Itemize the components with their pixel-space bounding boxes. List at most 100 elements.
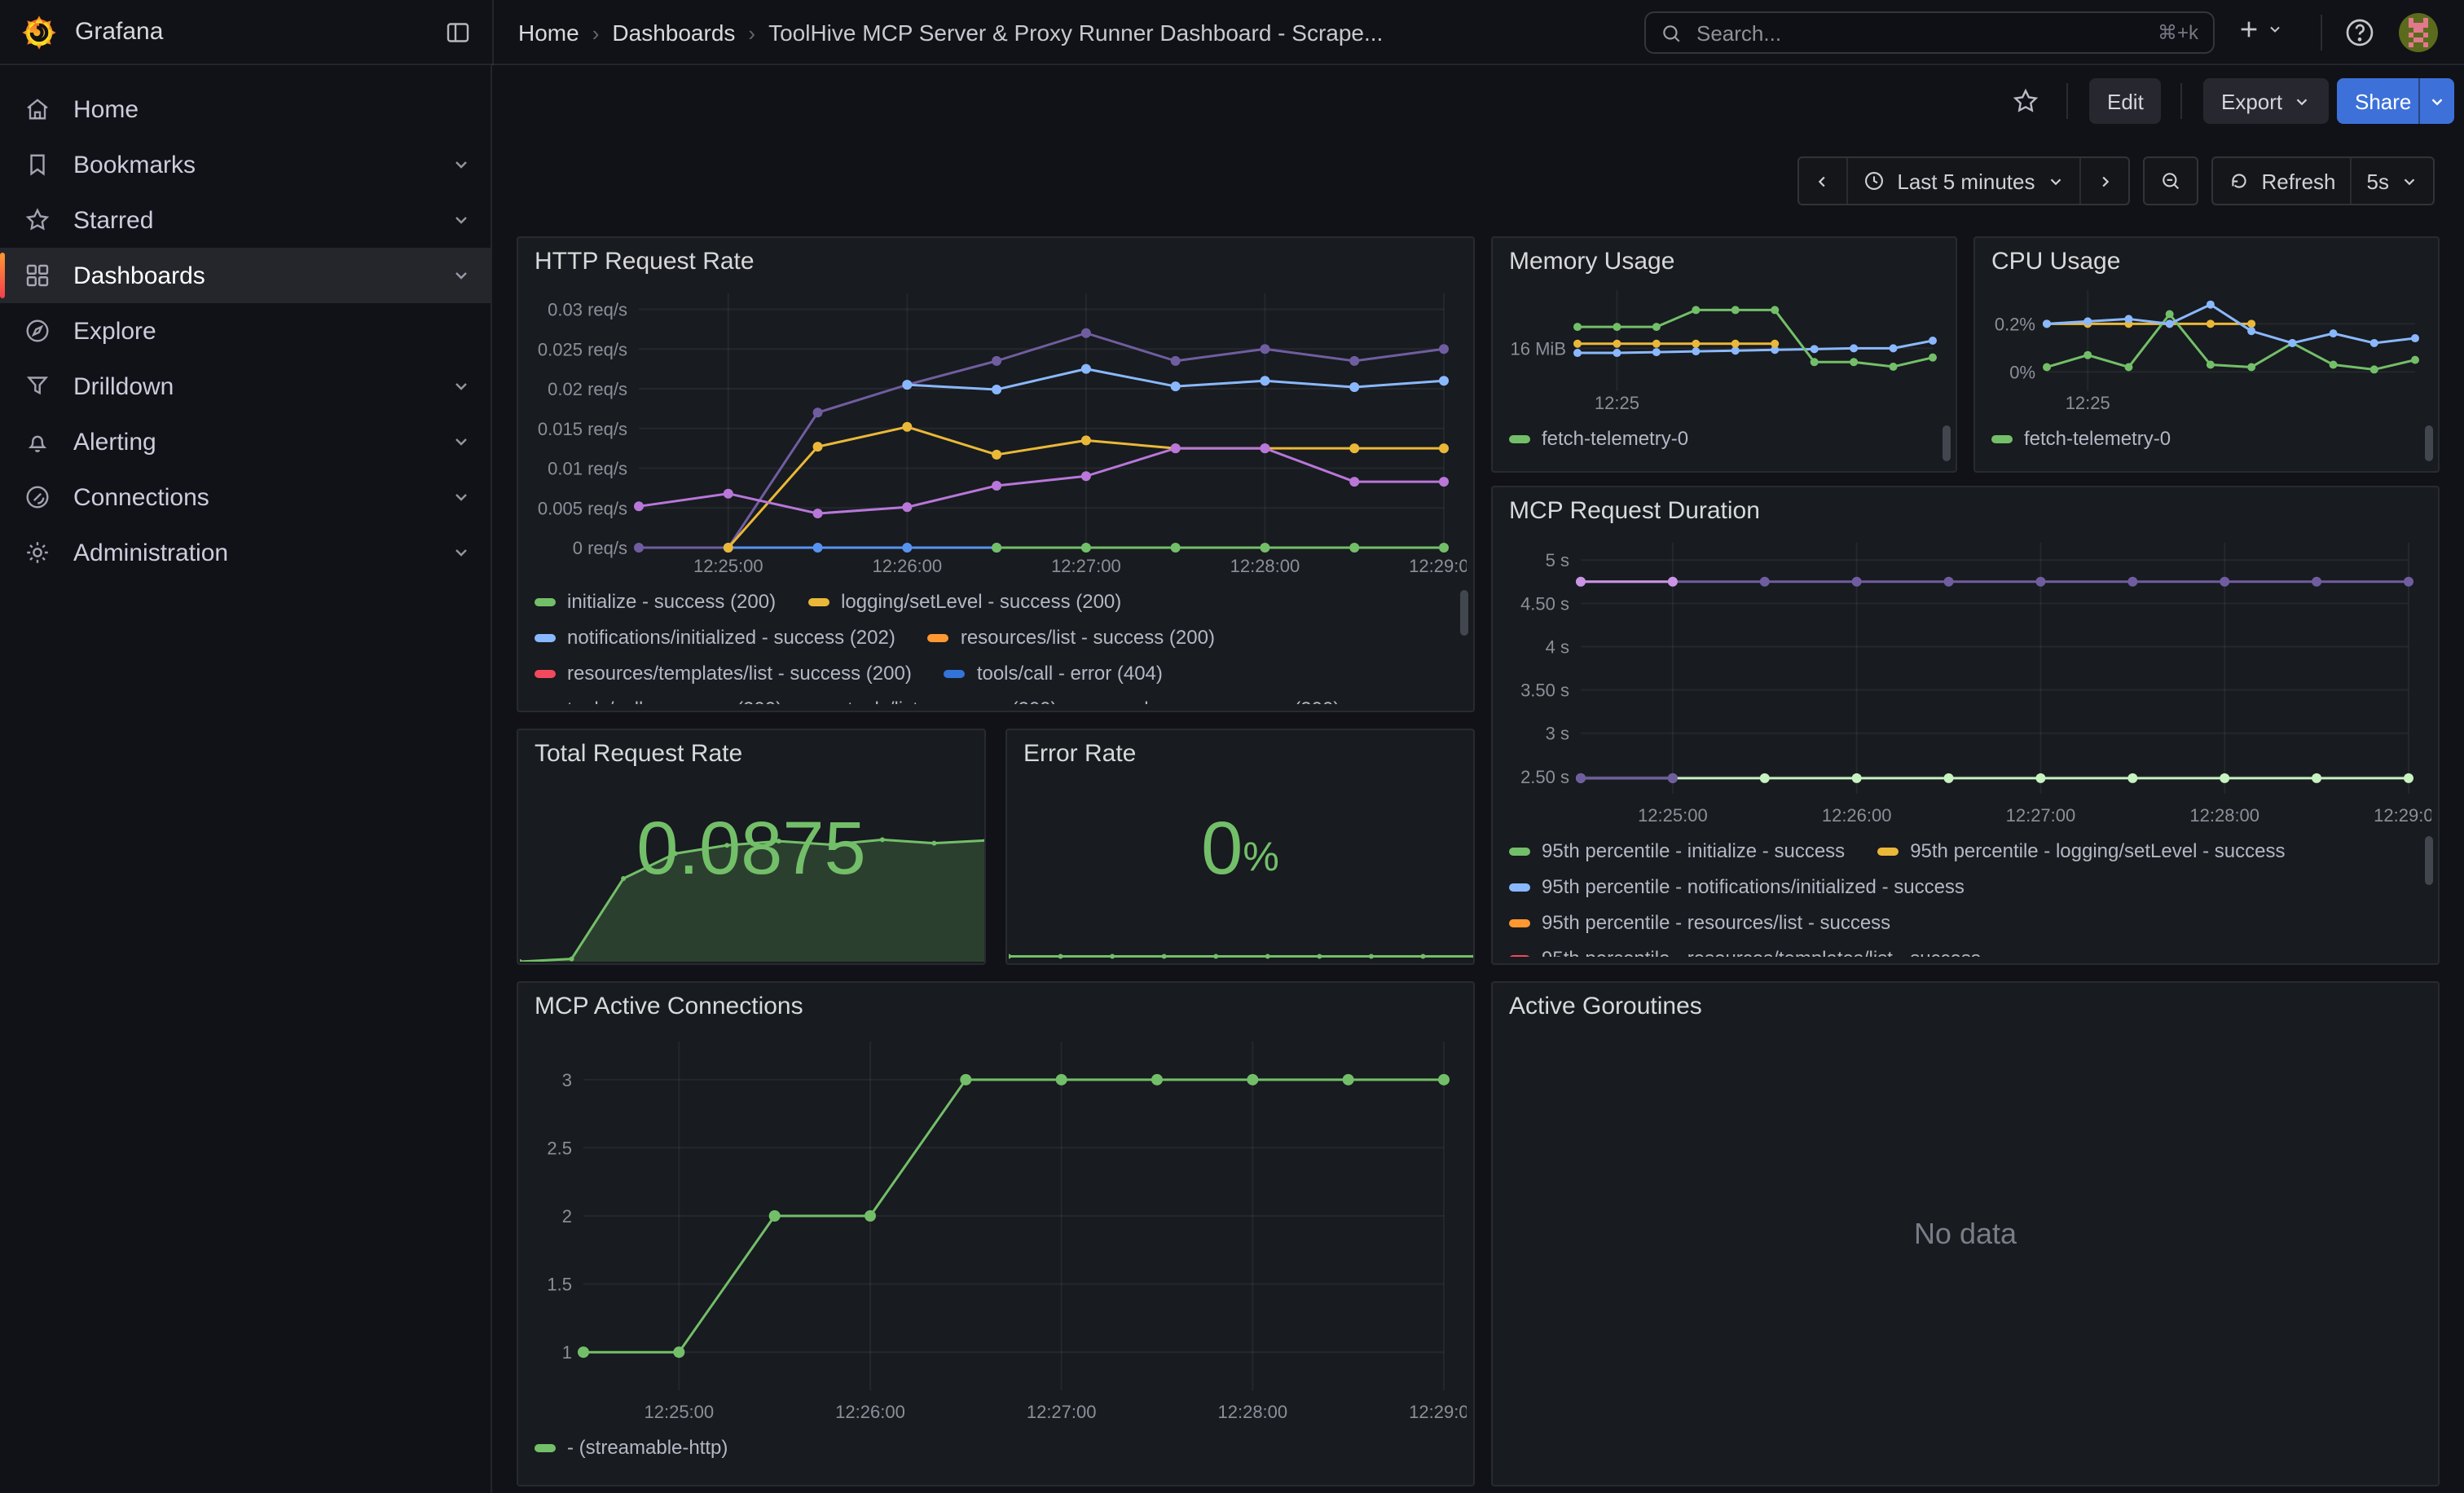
legend-item[interactable]: resources/templates/list - success (200) bbox=[535, 662, 912, 685]
sidebar-item-drilldown[interactable]: Drilldown bbox=[0, 359, 491, 414]
legend-series-color bbox=[1509, 434, 1530, 443]
chevron-down-icon bbox=[451, 543, 471, 562]
legend-series-color bbox=[1509, 883, 1530, 891]
magnifier-minus-icon bbox=[2158, 170, 2181, 192]
sidebar-item-label: Alerting bbox=[73, 428, 156, 456]
scrollbar-thumb[interactable] bbox=[1943, 425, 1951, 461]
legend-series-label: resources/list - success (200) bbox=[961, 626, 1215, 649]
legend: - (streamable-http) bbox=[518, 1426, 1473, 1472]
chevron-down-icon bbox=[451, 377, 471, 396]
legend-series-color bbox=[928, 633, 949, 641]
panel-active-goroutines: Active Goroutines No data bbox=[1491, 981, 2440, 1486]
sidebar-item-starred[interactable]: Starred bbox=[0, 192, 491, 248]
share-menu-button[interactable] bbox=[2418, 78, 2454, 124]
refresh-button[interactable]: Refresh bbox=[2212, 158, 2350, 204]
export-button[interactable]: Export bbox=[2203, 78, 2328, 124]
svg-text:12:29:00: 12:29:00 bbox=[1409, 556, 1467, 576]
legend-series-color bbox=[535, 597, 556, 606]
legend-series-label: notifications/initialized - success (202… bbox=[567, 626, 895, 649]
breadcrumb-dashboards[interactable]: Dashboards bbox=[612, 20, 735, 46]
sidebar-toggle-icon[interactable] bbox=[443, 18, 473, 47]
svg-text:3 s: 3 s bbox=[1546, 724, 1569, 744]
favorite-star-button[interactable] bbox=[2011, 86, 2040, 116]
chevron-down-icon bbox=[2292, 92, 2310, 110]
time-range-label: Last 5 minutes bbox=[1897, 169, 2035, 193]
legend-item[interactable]: tools/call - error (404) bbox=[944, 662, 1163, 685]
panel-title[interactable]: Memory Usage bbox=[1493, 238, 1956, 280]
sidebar-item-bookmarks[interactable]: Bookmarks bbox=[0, 137, 491, 192]
panel-title[interactable]: CPU Usage bbox=[1975, 238, 2438, 280]
edit-button[interactable]: Edit bbox=[2089, 78, 2162, 124]
svg-text:0.02 req/s: 0.02 req/s bbox=[548, 379, 627, 399]
no-data-message: No data bbox=[1493, 983, 2438, 1485]
time-forward-button[interactable] bbox=[2079, 158, 2127, 204]
sidebar-item-alerting[interactable]: Alerting bbox=[0, 414, 491, 469]
legend-series-color bbox=[1509, 847, 1530, 855]
refresh-label: Refresh bbox=[2261, 169, 2335, 193]
search-input[interactable] bbox=[1693, 19, 2146, 46]
panel-mcp-active-connections: MCP Active Connections 11.522.5312:25:00… bbox=[517, 981, 1475, 1486]
sidebar-item-connections[interactable]: Connections bbox=[0, 469, 491, 525]
legend-item[interactable]: 95th percentile - initialize - success bbox=[1509, 839, 1845, 862]
scrollbar-thumb[interactable] bbox=[2425, 836, 2433, 885]
header-divider bbox=[2321, 15, 2322, 51]
bell-icon bbox=[23, 427, 52, 456]
new-button[interactable] bbox=[2236, 16, 2283, 42]
time-range-picker[interactable]: Last 5 minutes bbox=[1846, 158, 2079, 204]
grafana-logo[interactable] bbox=[20, 13, 59, 52]
time-back-button[interactable] bbox=[1799, 158, 1846, 204]
scrollbar-thumb[interactable] bbox=[2425, 425, 2433, 461]
plus-icon bbox=[2236, 16, 2262, 42]
svg-text:0 req/s: 0 req/s bbox=[573, 538, 627, 558]
refresh-group: Refresh 5s bbox=[2211, 156, 2435, 205]
share-button[interactable]: Share bbox=[2337, 78, 2429, 124]
legend-item[interactable]: fetch-telemetry-0 bbox=[1509, 427, 1688, 450]
panel-title[interactable]: MCP Request Duration bbox=[1493, 487, 2438, 530]
zoom-out-button[interactable] bbox=[2144, 158, 2196, 204]
svg-text:1: 1 bbox=[562, 1342, 572, 1363]
legend-item[interactable]: 95th percentile - resources/list - succe… bbox=[1509, 911, 1890, 934]
legend-item[interactable]: logging/setLevel - success (200) bbox=[808, 590, 1121, 613]
sidebar-item-label: Bookmarks bbox=[73, 151, 196, 178]
legend-item[interactable]: notifications/initialized - success (202… bbox=[535, 626, 895, 649]
breadcrumb-home[interactable]: Home bbox=[518, 20, 579, 46]
legend-item[interactable]: initialize - success (200) bbox=[535, 590, 776, 613]
legend-item[interactable]: 95th percentile - resources/templates/li… bbox=[1509, 947, 1981, 957]
legend-item[interactable]: fetch-telemetry-0 bbox=[1991, 427, 2171, 450]
svg-text:12:27:00: 12:27:00 bbox=[1051, 556, 1121, 576]
brand-title: Grafana bbox=[75, 18, 163, 46]
legend-item[interactable]: resources/list - success (200) bbox=[928, 626, 1215, 649]
sidebar-item-home[interactable]: Home bbox=[0, 81, 491, 137]
svg-text:0.01 req/s: 0.01 req/s bbox=[548, 459, 627, 479]
search-box[interactable]: ⌘+k bbox=[1644, 11, 2215, 54]
sidebar-item-label: Administration bbox=[73, 539, 228, 566]
legend-item[interactable]: - (streamable-http) bbox=[535, 1436, 728, 1459]
panel-title[interactable]: HTTP Request Rate bbox=[518, 238, 1473, 280]
legend-item[interactable]: tools/list - success (200) bbox=[815, 698, 1057, 704]
scrollbar-thumb[interactable] bbox=[1460, 590, 1468, 636]
refresh-interval-picker[interactable]: 5s bbox=[2351, 158, 2433, 204]
legend-series-color bbox=[808, 597, 829, 606]
svg-text:4 s: 4 s bbox=[1546, 636, 1569, 657]
svg-text:12:26:00: 12:26:00 bbox=[835, 1402, 905, 1422]
legend-item[interactable]: unknown - success (200) bbox=[1090, 698, 1340, 704]
sidebar-item-explore[interactable]: Explore bbox=[0, 303, 491, 359]
svg-text:0.015 req/s: 0.015 req/s bbox=[538, 419, 627, 439]
legend-item[interactable]: tools/call - success (200) bbox=[535, 698, 782, 704]
help-button[interactable] bbox=[2343, 16, 2376, 49]
time-series-chart: 2.50 s3 s3.50 s4 s4.50 s5 s12:25:0012:26… bbox=[1499, 530, 2431, 830]
panel-title[interactable]: MCP Active Connections bbox=[518, 983, 1473, 1025]
svg-text:5 s: 5 s bbox=[1546, 550, 1569, 570]
legend-item[interactable]: 95th percentile - notifications/initiali… bbox=[1509, 875, 1965, 898]
grafana-app: Grafana Home › Dashboards › ToolHive MCP… bbox=[0, 0, 2464, 1493]
sidebar-item-dashboards[interactable]: Dashboards bbox=[0, 248, 491, 303]
sidebar-item-administration[interactable]: Administration bbox=[0, 525, 491, 580]
breadcrumb-separator: › bbox=[592, 20, 600, 45]
user-avatar[interactable] bbox=[2399, 13, 2438, 52]
legend-item[interactable]: 95th percentile - logging/setLevel - suc… bbox=[1877, 839, 2285, 862]
search-icon bbox=[1661, 22, 1682, 43]
legend-series-label: fetch-telemetry-0 bbox=[2024, 427, 2171, 450]
svg-text:12:28:00: 12:28:00 bbox=[1218, 1402, 1288, 1422]
legend-series-color bbox=[944, 669, 966, 677]
legend: fetch-telemetry-0 bbox=[1493, 417, 1956, 460]
